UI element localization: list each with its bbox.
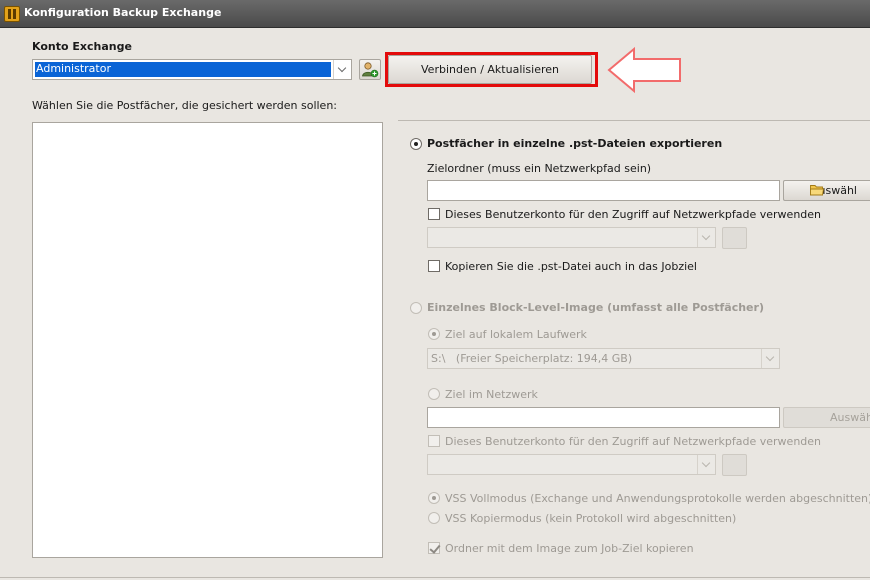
pst-copy-checkbox[interactable]: [428, 260, 440, 272]
account-label: Konto Exchange: [32, 40, 132, 53]
image-export-label: Einzelnes Block-Level-Image (umfasst all…: [427, 301, 764, 314]
network-target-label: Ziel im Netzwerk: [445, 388, 538, 401]
chevron-down-icon[interactable]: [333, 60, 351, 79]
copy-image-folder-checkbox[interactable]: [428, 542, 440, 554]
vss-copy-label: VSS Kopiermodus (kein Protokoll wird abg…: [445, 512, 737, 525]
section-divider: [398, 120, 870, 121]
vss-full-radio[interactable]: [428, 492, 440, 504]
network-target-input[interactable]: [427, 407, 780, 428]
add-user-icon: [362, 62, 379, 78]
pst-account-combobox[interactable]: [427, 227, 716, 248]
image-export-radio[interactable]: [410, 302, 422, 314]
local-drive-combobox[interactable]: S:\ (Freier Speicherplatz: 194,4 GB): [427, 348, 780, 369]
app-icon: [4, 6, 20, 22]
vss-full-label: VSS Vollmodus (Exchange und Anwendungspr…: [445, 492, 870, 505]
pst-export-label: Postfächer in einzelne .pst-Dateien expo…: [427, 137, 723, 150]
add-user-button[interactable]: [359, 59, 381, 80]
bottom-divider: [0, 577, 870, 578]
mailbox-list-label: Wählen Sie die Postfächer, die gesichert…: [32, 99, 338, 112]
pst-account-settings-button[interactable]: [722, 227, 747, 249]
vss-copy-radio[interactable]: [428, 512, 440, 524]
image-account-settings-button[interactable]: [722, 454, 747, 476]
image-use-account-checkbox[interactable]: [428, 435, 440, 447]
title-bar: Konfiguration Backup Exchange: [0, 0, 870, 28]
pointer-arrow-icon: [607, 46, 681, 94]
image-use-account-label: Dieses Benutzerkonto für den Zugriff auf…: [445, 435, 822, 448]
pst-copy-label: Kopieren Sie die .pst-Datei auch in das …: [445, 260, 697, 273]
mailbox-list[interactable]: [32, 122, 383, 558]
local-target-radio[interactable]: [428, 328, 440, 340]
chevron-down-icon[interactable]: [761, 349, 779, 368]
account-combobox[interactable]: Administrator: [32, 59, 352, 80]
image-account-combobox[interactable]: [427, 454, 716, 475]
local-target-label: Ziel auf lokalem Laufwerk: [445, 328, 587, 341]
pst-export-radio[interactable]: [410, 138, 422, 150]
pst-use-account-label: Dieses Benutzerkonto für den Zugriff auf…: [445, 208, 822, 221]
account-selected: Administrator: [35, 62, 331, 77]
target-folder-input[interactable]: [427, 180, 780, 201]
copy-image-folder-label: Ordner mit dem Image zum Job-Ziel kopier…: [445, 542, 694, 555]
target-folder-label: Zielordner (muss ein Netzwerkpfad sein): [427, 162, 652, 175]
highlight-box: [385, 52, 598, 87]
network-target-radio[interactable]: [428, 388, 440, 400]
local-drive-value: S:\ (Freier Speicherplatz: 194,4 GB): [431, 352, 633, 365]
folder-icon: [810, 185, 824, 196]
pst-use-account-checkbox[interactable]: [428, 208, 440, 220]
chevron-down-icon[interactable]: [697, 455, 715, 474]
network-browse-button[interactable]: Auswähl: [783, 407, 870, 428]
browse-button[interactable]: Auswähl: [783, 180, 870, 201]
window-title: Konfiguration Backup Exchange: [24, 6, 222, 19]
chevron-down-icon[interactable]: [697, 228, 715, 247]
